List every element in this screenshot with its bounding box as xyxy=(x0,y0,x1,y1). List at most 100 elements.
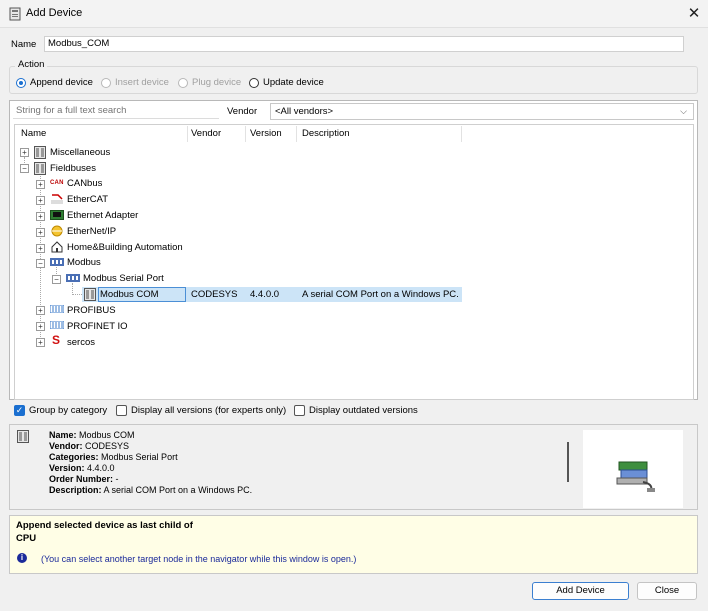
info-icon: i xyxy=(17,553,27,563)
expand-toggle[interactable]: + xyxy=(36,322,45,331)
display-all-versions-checkbox[interactable]: Display all versions (for experts only) xyxy=(116,405,286,416)
plug-device-label: Plug device xyxy=(192,77,242,88)
tree-item-ethernet-adapter[interactable]: Ethernet Adapter xyxy=(67,208,138,223)
canbus-icon: CAN xyxy=(50,180,64,186)
tree-item-sercos[interactable]: sercos xyxy=(67,335,95,350)
hint-title: Append selected device as last child of xyxy=(16,520,193,531)
column-header-name[interactable]: Name xyxy=(21,128,46,139)
row-description: A serial COM Port on a Windows PC. xyxy=(302,289,459,300)
device-info-text: Name: Modbus COM Vendor: CODESYS Categor… xyxy=(49,430,252,496)
title-bar xyxy=(0,0,708,28)
checkmark-icon: ✓ xyxy=(14,405,25,416)
column-divider xyxy=(461,126,462,142)
display-outdated-label: Display outdated versions xyxy=(309,405,418,416)
expand-toggle[interactable]: + xyxy=(20,148,29,157)
tree-item-ethernet-ip[interactable]: EtherNet/IP xyxy=(67,224,116,239)
expand-toggle[interactable]: + xyxy=(36,306,45,315)
name-field[interactable]: Modbus_COM xyxy=(44,36,684,52)
ethernet-ip-icon xyxy=(51,225,63,237)
home-building-icon xyxy=(51,241,63,253)
action-label: Action xyxy=(15,59,48,70)
radio-icon xyxy=(16,77,26,88)
tree-item-profibus[interactable]: PROFIBUS xyxy=(67,303,116,318)
profinet-icon xyxy=(50,321,64,329)
radio-icon xyxy=(178,77,188,88)
close-button[interactable]: Close xyxy=(637,582,697,600)
device-icon xyxy=(84,288,96,301)
expand-toggle[interactable]: + xyxy=(36,196,45,205)
chevron-down-icon: ⌵ xyxy=(680,106,687,116)
update-device-label: Update device xyxy=(263,77,324,88)
insert-device-label: Insert device xyxy=(115,77,169,88)
expand-toggle[interactable]: + xyxy=(36,244,45,253)
checkbox-icon xyxy=(294,405,305,416)
plug-device-radio[interactable]: Plug device xyxy=(178,77,241,88)
column-divider xyxy=(296,126,297,142)
hint-target: CPU xyxy=(16,533,37,544)
profibus-icon xyxy=(50,305,64,313)
column-divider xyxy=(187,126,188,142)
column-divider xyxy=(245,126,246,142)
expand-toggle[interactable]: + xyxy=(36,228,45,237)
ethercat-icon xyxy=(51,194,63,204)
info-categories: Categories: Modbus Serial Port xyxy=(49,452,178,462)
collapse-toggle[interactable]: − xyxy=(20,164,29,173)
serial-port-device-icon xyxy=(616,461,655,492)
tree-line xyxy=(72,294,82,295)
device-tree xyxy=(14,124,694,400)
info-version: Version: 4.4.0.0 xyxy=(49,463,115,473)
info-description: Description: A serial COM Port on a Wind… xyxy=(49,485,253,495)
modbus-icon xyxy=(50,258,64,266)
tree-item-modbus[interactable]: Modbus xyxy=(67,255,101,270)
tree-item-modbus-serial-port[interactable]: Modbus Serial Port xyxy=(83,271,164,286)
row-version: 4.4.0.0 xyxy=(250,289,280,300)
ethernet-adapter-icon xyxy=(50,210,64,220)
expand-toggle[interactable]: + xyxy=(36,338,45,347)
add-device-button[interactable]: Add Device xyxy=(532,582,629,600)
info-order-number: Order Number: - xyxy=(49,474,119,484)
vendor-label: Vendor xyxy=(227,106,258,117)
tree-item-modbus-com[interactable]: Modbus COM xyxy=(100,287,159,302)
tree-item-home-building-automation[interactable]: Home&Building Automation xyxy=(67,240,183,255)
column-header-vendor[interactable]: Vendor xyxy=(191,128,221,139)
insert-device-radio[interactable]: Insert device xyxy=(101,77,169,88)
device-preview-image xyxy=(583,430,683,508)
modbus-serial-port-icon xyxy=(66,274,80,282)
vendor-value: <All vendors> xyxy=(275,106,334,117)
vendor-select[interactable]: <All vendors> ⌵ xyxy=(270,103,694,120)
expand-toggle[interactable]: + xyxy=(36,180,45,189)
tree-item-fieldbuses[interactable]: Fieldbuses xyxy=(50,161,96,176)
device-folder-icon xyxy=(34,162,46,175)
radio-icon xyxy=(101,77,111,88)
group-by-category-checkbox[interactable]: ✓ Group by category xyxy=(14,405,107,416)
info-name: Name: Modbus COM xyxy=(49,430,135,440)
display-outdated-checkbox[interactable]: Display outdated versions xyxy=(294,405,418,416)
search-input[interactable] xyxy=(13,103,219,119)
info-vendor: Vendor: CODESYS xyxy=(49,441,130,451)
info-divider xyxy=(567,442,569,482)
checkbox-icon xyxy=(116,405,127,416)
tree-item-miscellaneous[interactable]: Miscellaneous xyxy=(50,145,110,160)
device-folder-icon xyxy=(34,146,46,159)
row-vendor: CODESYS xyxy=(191,289,238,300)
tree-item-profinet-io[interactable]: PROFINET IO xyxy=(67,319,128,334)
display-all-versions-label: Display all versions (for experts only) xyxy=(131,405,287,416)
append-device-radio[interactable]: Append device xyxy=(16,77,93,88)
radio-icon xyxy=(249,77,259,88)
expand-toggle[interactable]: + xyxy=(36,212,45,221)
name-label: Name xyxy=(11,39,37,50)
column-header-version[interactable]: Version xyxy=(250,128,282,139)
close-icon[interactable]: ✕ xyxy=(684,4,704,24)
append-device-label: Append device xyxy=(30,77,93,88)
device-icon xyxy=(9,7,21,21)
collapse-toggle[interactable]: − xyxy=(52,275,61,284)
tree-item-canbus[interactable]: CANbus xyxy=(67,176,102,191)
column-header-description[interactable]: Description xyxy=(302,128,350,139)
collapse-toggle[interactable]: − xyxy=(36,259,45,268)
hint-note: (You can select another target node in t… xyxy=(41,554,357,564)
window-title: Add Device xyxy=(26,7,83,19)
group-by-category-label: Group by category xyxy=(29,405,108,416)
update-device-radio[interactable]: Update device xyxy=(249,77,324,88)
tree-item-ethercat[interactable]: EtherCAT xyxy=(67,192,108,207)
sercos-icon: S xyxy=(52,333,61,347)
